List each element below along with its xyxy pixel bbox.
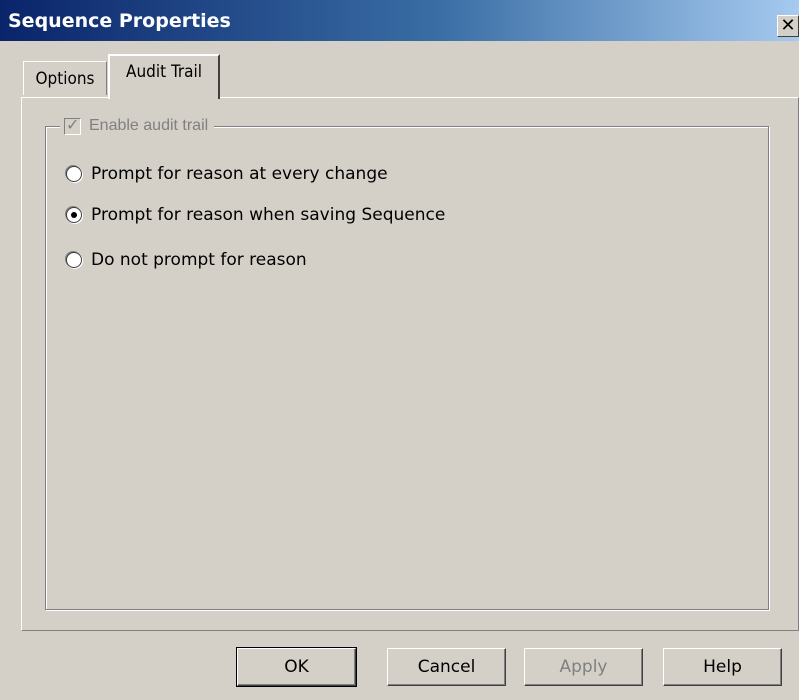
enable-audit-trail-checkbox-row[interactable]: ✓ Enable audit trail bbox=[60, 114, 215, 138]
cancel-button[interactable]: Cancel bbox=[387, 648, 506, 686]
radio-prompt-every-change[interactable]: Prompt for reason at every change bbox=[66, 164, 388, 184]
radio-selected-dot bbox=[71, 212, 77, 218]
enable-audit-trail-checkbox[interactable]: ✓ bbox=[64, 116, 81, 135]
title-bar: Sequence Properties ✕ bbox=[0, 0, 799, 41]
tab-audit-trail-label: Audit Trail bbox=[126, 62, 202, 82]
radio-label: Do not prompt for reason bbox=[91, 250, 307, 270]
radio-label: Prompt for reason at every change bbox=[91, 164, 388, 184]
radio-button[interactable] bbox=[66, 207, 82, 223]
checkmark-icon: ✓ bbox=[66, 116, 80, 134]
audit-trail-groupbox bbox=[45, 126, 769, 610]
radio-do-not-prompt[interactable]: Do not prompt for reason bbox=[66, 250, 307, 270]
radio-label: Prompt for reason when saving Sequence bbox=[91, 205, 446, 225]
close-icon: ✕ bbox=[780, 15, 796, 36]
sequence-properties-dialog: Sequence Properties ✕ Options Audit Trai… bbox=[0, 0, 799, 700]
window-title: Sequence Properties bbox=[8, 10, 231, 32]
tab-options-label: Options bbox=[35, 69, 95, 89]
close-button[interactable]: ✕ bbox=[777, 15, 799, 37]
apply-button[interactable]: Apply bbox=[524, 648, 643, 686]
tab-audit-trail[interactable]: Audit Trail bbox=[108, 54, 220, 99]
ok-button[interactable]: OK bbox=[236, 647, 357, 687]
radio-prompt-when-saving[interactable]: Prompt for reason when saving Sequence bbox=[66, 205, 445, 225]
enable-audit-trail-label: Enable audit trail bbox=[89, 117, 209, 134]
help-button[interactable]: Help bbox=[663, 648, 782, 686]
radio-button[interactable] bbox=[66, 166, 82, 182]
radio-button[interactable] bbox=[66, 252, 82, 268]
tab-options[interactable]: Options bbox=[23, 61, 107, 95]
